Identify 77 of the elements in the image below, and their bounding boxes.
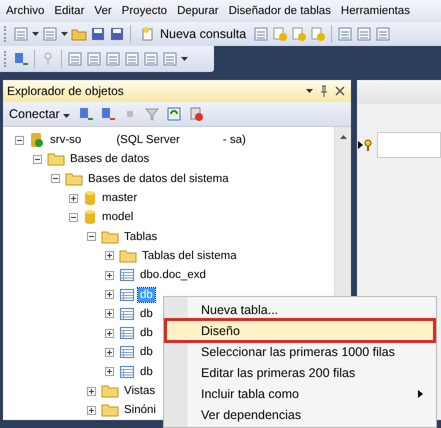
- server-user: - sa): [222, 134, 246, 146]
- refresh-icon[interactable]: [166, 106, 182, 122]
- collapse-icon[interactable]: [33, 154, 42, 164]
- panel-title: Explorador de objetos: [7, 84, 125, 98]
- folder-icon: [101, 228, 119, 245]
- menu-item[interactable]: Editar las primeras 200 filas: [166, 362, 434, 383]
- tree-item[interactable]: Bases de datos del sistema: [86, 172, 231, 186]
- menu-item[interactable]: Nueva tabla...: [166, 299, 434, 320]
- expand-icon[interactable]: [105, 270, 114, 280]
- connect-button[interactable]: Conectar: [7, 106, 72, 121]
- collapse-icon[interactable]: [51, 174, 60, 184]
- server-type: (SQL Server: [116, 134, 180, 146]
- folder-icon: [119, 248, 137, 264]
- close-icon[interactable]: [335, 86, 345, 96]
- tree-item[interactable]: model: [100, 210, 136, 224]
- menu-item[interactable]: Seleccionar las primeras 1000 filas: [166, 341, 434, 362]
- tree-item[interactable]: srv-so: [48, 133, 84, 148]
- cube-icon[interactable]: [291, 26, 308, 42]
- primary-key-icon: [357, 138, 373, 152]
- dropdown-icon[interactable]: [306, 88, 313, 93]
- new-query-button[interactable]: Nueva consulta: [136, 26, 250, 42]
- pin-icon[interactable]: [319, 84, 329, 97]
- tree-item[interactable]: db: [138, 364, 155, 379]
- cube-icon[interactable]: [310, 26, 326, 42]
- disconnect-icon[interactable]: [100, 106, 116, 122]
- tree-item[interactable]: master: [100, 191, 140, 206]
- menu-item[interactable]: Proyecto: [122, 5, 168, 17]
- grid-cell[interactable]: [377, 132, 441, 158]
- expand-icon[interactable]: [87, 406, 96, 415]
- tree-item[interactable]: Tablas: [122, 230, 160, 244]
- tree-item[interactable]: Sinóni: [122, 403, 158, 418]
- tree-item[interactable]: Vistas: [122, 384, 158, 398]
- tree-item[interactable]: db: [138, 345, 155, 360]
- database-icon: [83, 190, 97, 206]
- folder-icon: [47, 151, 65, 168]
- folder-icon: [101, 402, 119, 418]
- menu-item[interactable]: Archivo: [6, 5, 44, 17]
- folder-icon: [65, 170, 83, 187]
- expand-icon[interactable]: [105, 367, 114, 376]
- tree-item[interactable]: db: [138, 306, 155, 321]
- menu-item[interactable]: Ver: [94, 5, 112, 17]
- filter-icon[interactable]: [144, 106, 160, 122]
- expand-icon[interactable]: [105, 348, 114, 357]
- tree-item[interactable]: dbo.doc_exd: [138, 268, 208, 282]
- expand-icon[interactable]: [87, 386, 96, 396]
- database-icon: [83, 209, 97, 226]
- collapse-icon[interactable]: [15, 136, 24, 145]
- tree-item[interactable]: Bases de datos: [68, 152, 152, 166]
- expand-icon[interactable]: [105, 290, 114, 300]
- caret-icon: [63, 114, 70, 118]
- collapse-icon[interactable]: [69, 212, 78, 222]
- connect-icon[interactable]: [78, 106, 94, 122]
- scroll-up-icon[interactable]: [340, 134, 346, 139]
- tree-item[interactable]: db: [138, 326, 155, 340]
- dropdown-icon[interactable]: [61, 32, 68, 36]
- menu-item[interactable]: Diseño: [166, 320, 434, 341]
- save-all-icon[interactable]: [109, 26, 125, 42]
- server-icon[interactable]: [13, 51, 29, 67]
- menu-item[interactable]: Editar: [54, 5, 84, 17]
- menu-item[interactable]: Incluir tabla como: [166, 383, 434, 404]
- overflow-icon[interactable]: [181, 57, 188, 61]
- expand-icon[interactable]: [69, 194, 78, 203]
- dropdown-icon[interactable]: [32, 32, 39, 36]
- tree-item[interactable]: Tablas del sistema: [140, 248, 239, 263]
- expand-icon[interactable]: [105, 309, 114, 318]
- menu-item[interactable]: Diseñador de tablas: [228, 5, 331, 17]
- menu-item[interactable]: Herramientas: [340, 5, 410, 17]
- folder-icon: [101, 383, 119, 400]
- server-icon: [29, 132, 45, 148]
- collapse-icon[interactable]: [87, 232, 96, 242]
- save-icon[interactable]: [90, 26, 106, 42]
- cube-icon[interactable]: [272, 26, 288, 42]
- menu-item[interactable]: Ver dependencias: [166, 404, 434, 425]
- menu-item[interactable]: Depurar: [177, 5, 219, 17]
- delete-icon[interactable]: [188, 106, 204, 122]
- expand-icon[interactable]: [105, 328, 114, 338]
- expand-icon[interactable]: [105, 251, 114, 260]
